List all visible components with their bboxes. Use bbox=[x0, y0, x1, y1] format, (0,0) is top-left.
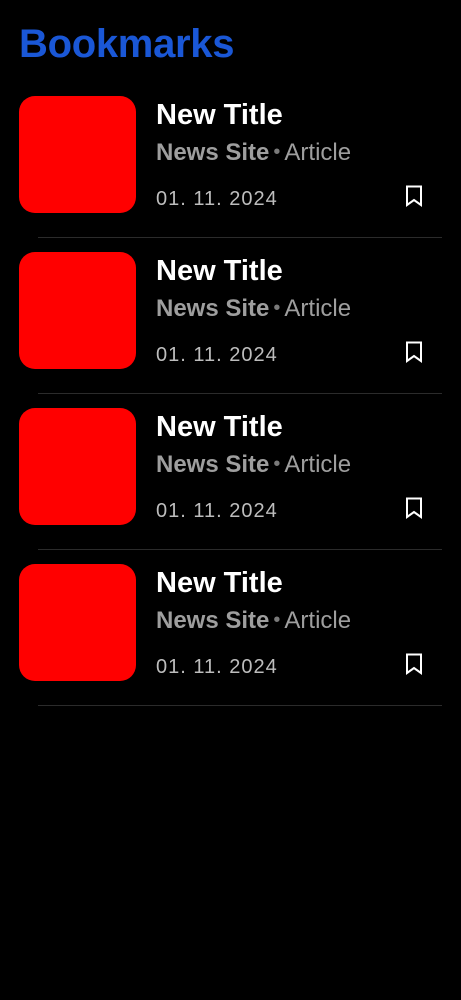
bookmark-item[interactable]: New Title News Site • Article 01. 11. 2024 bbox=[0, 82, 461, 238]
meta-separator: • bbox=[273, 453, 281, 475]
article-category: Article bbox=[284, 607, 352, 634]
bookmark-button[interactable] bbox=[400, 494, 428, 522]
article-category: Article bbox=[284, 295, 352, 322]
article-thumbnail[interactable] bbox=[19, 96, 136, 213]
bookmark-button[interactable] bbox=[400, 650, 428, 678]
bookmark-icon bbox=[406, 341, 422, 363]
article-title[interactable]: New Title bbox=[156, 565, 283, 601]
page-title: Bookmarks bbox=[19, 22, 235, 66]
article-thumbnail[interactable] bbox=[19, 252, 136, 369]
article-title[interactable]: New Title bbox=[156, 409, 283, 445]
article-thumbnail[interactable] bbox=[19, 408, 136, 525]
bookmark-button[interactable] bbox=[400, 338, 428, 366]
bookmark-button[interactable] bbox=[400, 182, 428, 210]
article-thumbnail[interactable] bbox=[19, 564, 136, 681]
article-site: News Site bbox=[156, 451, 270, 478]
article-title[interactable]: New Title bbox=[156, 97, 283, 133]
article-meta: News Site • Article bbox=[156, 292, 351, 325]
bookmark-icon bbox=[406, 497, 422, 519]
article-meta: News Site • Article bbox=[156, 136, 351, 169]
article-site: News Site bbox=[156, 607, 270, 634]
meta-separator: • bbox=[273, 297, 281, 319]
article-site: News Site bbox=[156, 295, 270, 322]
bookmark-icon bbox=[406, 185, 422, 207]
article-category: Article bbox=[284, 139, 352, 166]
bookmark-list: New Title News Site • Article 01. 11. 2024… bbox=[0, 82, 461, 706]
article-site: News Site bbox=[156, 139, 270, 166]
bookmark-item[interactable]: New Title News Site • Article 01. 11. 2024 bbox=[0, 550, 461, 706]
meta-separator: • bbox=[273, 609, 281, 631]
meta-separator: • bbox=[273, 141, 281, 163]
article-date: 01. 11. 2024 bbox=[156, 344, 278, 366]
bookmark-item[interactable]: New Title News Site • Article 01. 11. 2024 bbox=[0, 238, 461, 394]
article-date: 01. 11. 2024 bbox=[156, 656, 278, 678]
article-title[interactable]: New Title bbox=[156, 253, 283, 289]
bookmark-item[interactable]: New Title News Site • Article 01. 11. 2024 bbox=[0, 394, 461, 550]
article-meta: News Site • Article bbox=[156, 604, 351, 637]
article-meta: News Site • Article bbox=[156, 448, 351, 481]
article-date: 01. 11. 2024 bbox=[156, 500, 278, 522]
divider bbox=[38, 705, 442, 706]
article-category: Article bbox=[284, 451, 352, 478]
bookmark-icon bbox=[406, 653, 422, 675]
article-date: 01. 11. 2024 bbox=[156, 188, 278, 210]
